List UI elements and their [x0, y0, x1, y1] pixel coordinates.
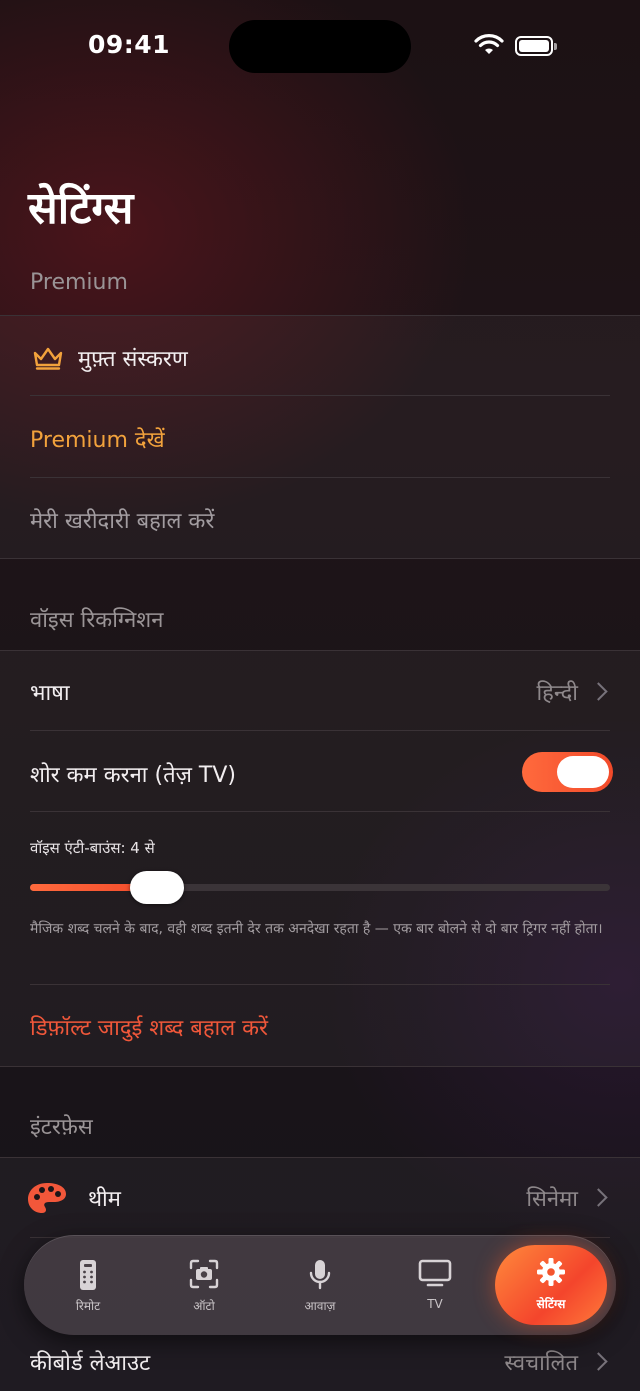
- keyboard-layout-label: कीबोर्ड लेआउट: [30, 1351, 151, 1376]
- tab-label: रिमोट: [75, 1299, 101, 1313]
- divider: [30, 477, 610, 478]
- keyboard-layout-value[interactable]: स्वचालित: [400, 1347, 578, 1377]
- language-value[interactable]: हिन्दी: [420, 677, 578, 707]
- tab-remote[interactable]: रिमोट: [38, 1249, 138, 1321]
- tab-tv[interactable]: TV: [385, 1249, 485, 1321]
- microphone-icon: [309, 1260, 331, 1290]
- restore-purchases-button[interactable]: मेरी खरीदारी बहाल करें: [30, 505, 214, 535]
- page-title: सेटिंग्स: [28, 183, 134, 234]
- voice-group: [0, 651, 640, 1066]
- theme-label: थीम: [88, 1187, 121, 1212]
- tab-label: आवाज़: [304, 1299, 336, 1313]
- antibounce-note: मैजिक शब्द चलने के बाद, वही शब्द इतनी दे…: [30, 921, 603, 937]
- section-header-voice: वॉइस रिकग्निशन: [30, 608, 164, 633]
- divider: [30, 730, 610, 731]
- remote-icon: [80, 1260, 96, 1290]
- camera-scan-icon: [189, 1259, 219, 1289]
- divider: [30, 395, 610, 396]
- divider: [30, 811, 610, 812]
- tab-label: ऑटो: [193, 1299, 215, 1313]
- antibounce-label: वॉइस एंटी-बाउंस: 4 से: [30, 839, 155, 857]
- tab-settings[interactable]: सेटिंग्स: [495, 1245, 607, 1325]
- section-header-interface: इंटरफ़ेस: [30, 1115, 93, 1140]
- divider: [0, 1066, 640, 1067]
- dynamic-island: [229, 20, 411, 73]
- language-label: भाषा: [30, 681, 70, 706]
- tv-icon: [418, 1259, 452, 1287]
- tab-label: TV: [427, 1297, 443, 1311]
- divider: [30, 984, 610, 985]
- section-header-premium: Premium: [30, 270, 128, 295]
- wifi-icon: [474, 34, 504, 54]
- reset-magic-words-button[interactable]: डिफ़ॉल्ट जादुई शब्द बहाल करें: [30, 1012, 268, 1042]
- slider-thumb[interactable]: [129, 871, 184, 904]
- theme-value[interactable]: सिनेमा: [420, 1183, 578, 1213]
- tab-label: सेटिंग्स: [536, 1297, 566, 1311]
- gear-icon: [537, 1258, 565, 1286]
- tab-auto[interactable]: ऑटो: [154, 1249, 254, 1321]
- crown-icon: [33, 347, 63, 370]
- premium-version-label: मुफ़्त संस्करण: [78, 347, 188, 372]
- toggle-knob: [557, 756, 609, 788]
- view-premium-button[interactable]: Premium देखें: [30, 424, 165, 454]
- tab-voice[interactable]: आवाज़: [270, 1249, 370, 1321]
- divider: [0, 558, 640, 559]
- palette-icon: [28, 1183, 66, 1213]
- battery-icon: [515, 36, 557, 56]
- antibounce-slider[interactable]: [30, 871, 610, 904]
- status-time: 09:41: [88, 30, 171, 59]
- noise-reduction-label: शोर कम करना (तेज़ TV): [30, 763, 237, 788]
- noise-reduction-toggle[interactable]: [522, 752, 613, 792]
- tab-bar: रिमोट ऑटो आवाज़ TV सेटिंग्स: [24, 1235, 616, 1335]
